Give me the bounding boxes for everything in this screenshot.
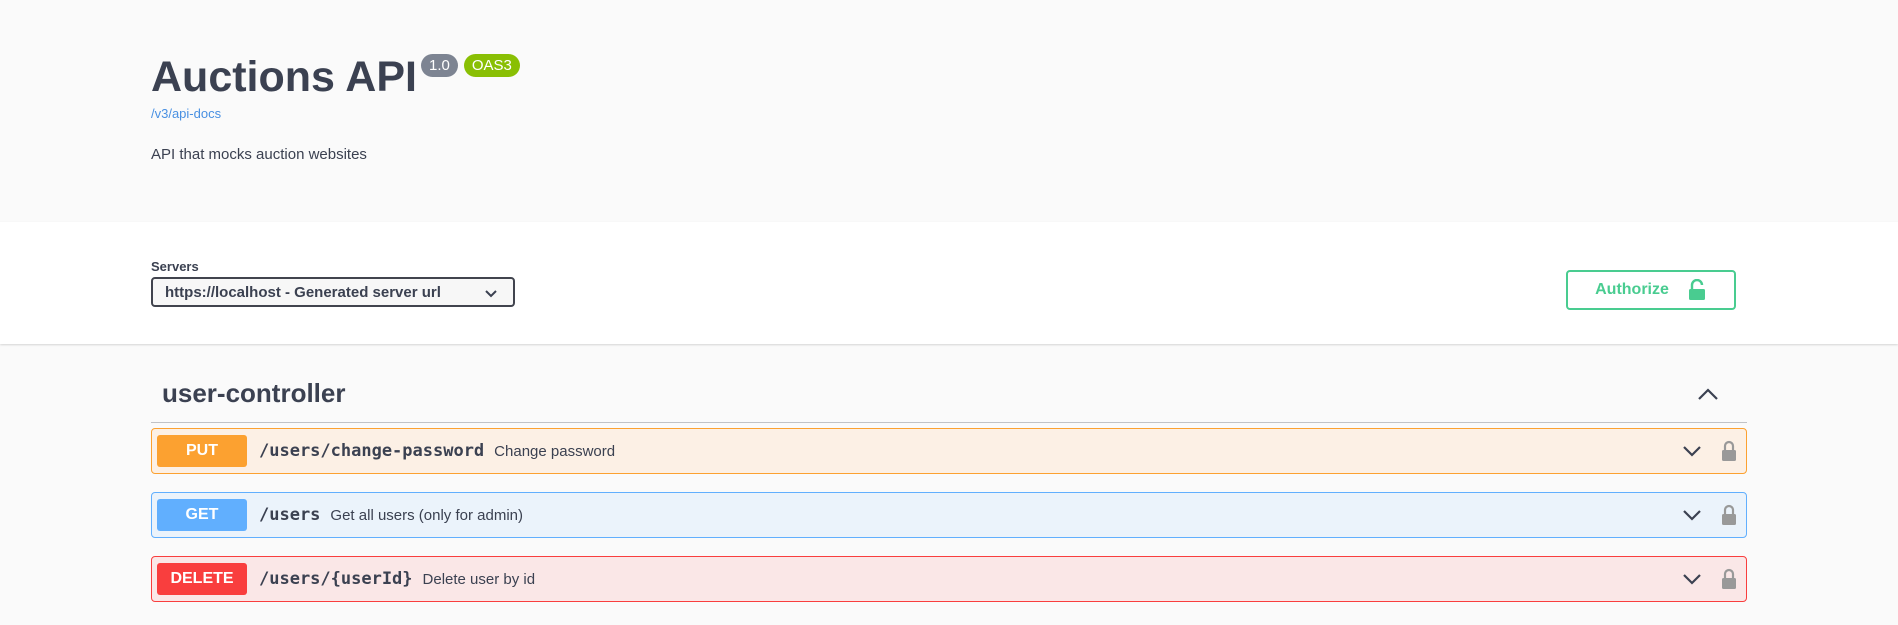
operation-get-users[interactable]: GET /users Get all users (only for admin…: [151, 492, 1747, 538]
authorize-label: Authorize: [1595, 281, 1669, 298]
method-badge: DELETE: [157, 563, 247, 595]
servers-label: Servers: [151, 259, 199, 274]
api-title: Auctions API: [151, 53, 417, 101]
tag-section-header[interactable]: user-controller: [151, 366, 1747, 423]
lock-icon[interactable]: [1721, 504, 1737, 526]
method-badge: PUT: [157, 435, 247, 467]
scheme-container: Servers https://localhost - Generated se…: [0, 222, 1898, 344]
operation-path: /users/{userId}: [259, 569, 413, 589]
server-select-value: https://localhost - Generated server url: [165, 283, 441, 301]
operation-summary: Get all users (only for admin): [330, 506, 523, 524]
title-row: Auctions API 1.0 OAS3: [151, 50, 520, 104]
operation-path: /users: [259, 505, 321, 525]
lock-icon[interactable]: [1721, 568, 1737, 590]
operation-path: /users/change-password: [259, 441, 485, 461]
api-info-section: Auctions API 1.0 OAS3 /v3/api-docs API t…: [0, 0, 1898, 222]
operation-summary: Delete user by id: [422, 570, 536, 588]
unlocked-padlock-icon: [1688, 279, 1705, 300]
oas-badge: OAS3: [463, 54, 520, 77]
api-docs-link[interactable]: /v3/api-docs: [151, 106, 221, 121]
chevron-down-icon[interactable]: [1682, 571, 1702, 587]
chevron-up-icon[interactable]: [1697, 386, 1719, 402]
operation-summary: Change password: [494, 442, 616, 460]
operation-delete-user[interactable]: DELETE /users/{userId} Delete user by id: [151, 556, 1747, 602]
api-description: API that mocks auction websites: [151, 146, 367, 163]
method-badge: GET: [157, 499, 247, 531]
lock-icon[interactable]: [1721, 440, 1737, 462]
operation-put-change-password[interactable]: PUT /users/change-password Change passwo…: [151, 428, 1747, 474]
authorize-button[interactable]: Authorize: [1566, 270, 1736, 310]
chevron-down-icon[interactable]: [1682, 507, 1702, 523]
tag-name: user-controller: [162, 378, 346, 408]
version-badge: 1.0: [420, 54, 458, 77]
server-select[interactable]: https://localhost - Generated server url: [151, 277, 515, 307]
chevron-down-icon[interactable]: [1682, 443, 1702, 459]
chevron-down-icon: [485, 290, 497, 298]
